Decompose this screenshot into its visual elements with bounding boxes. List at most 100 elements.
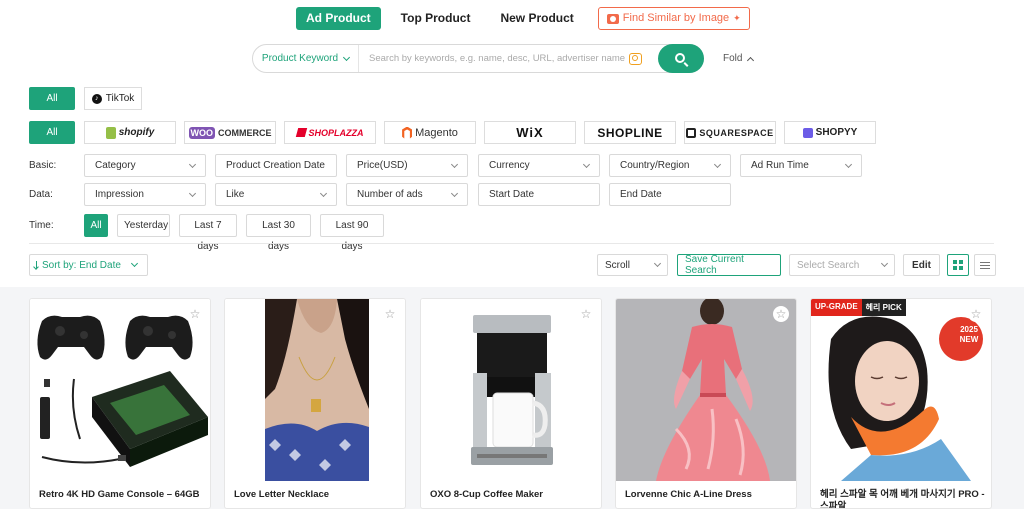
store-shopyy[interactable]: SHOPYY bbox=[784, 121, 876, 144]
platform-all-button[interactable]: All bbox=[29, 87, 75, 110]
store-all-button[interactable]: All bbox=[29, 121, 75, 144]
product-title: OXO 8-Cup Coffee Maker bbox=[430, 489, 543, 500]
product-title: 헤리 스파알 목 어깨 베개 마사지기 PRO - 스파알 bbox=[820, 489, 985, 509]
top-tabs: Ad Product Top Product New Product Find … bbox=[296, 7, 750, 30]
store-shopify[interactable]: shopify bbox=[84, 121, 176, 144]
magento-logo-icon bbox=[402, 126, 413, 139]
store-shopline[interactable]: SHOPLINE bbox=[584, 121, 676, 144]
time-label: Time: bbox=[29, 220, 54, 231]
select-search-dropdown[interactable]: Select Search bbox=[789, 254, 895, 276]
chevron-down-icon bbox=[713, 160, 722, 168]
edit-button[interactable]: Edit bbox=[903, 254, 940, 276]
favorite-star-icon[interactable]: ☆ bbox=[384, 308, 396, 320]
ad-run-time-select-label: Ad Run Time bbox=[751, 160, 809, 171]
product-card[interactable]: ☆ Lorvenne Chic A-Line Dress bbox=[615, 298, 797, 509]
search-icon bbox=[675, 52, 685, 63]
chevron-up-icon bbox=[747, 56, 755, 64]
search-button[interactable] bbox=[658, 44, 704, 73]
chevron-down-icon bbox=[188, 189, 197, 197]
list-view-button[interactable] bbox=[974, 254, 996, 276]
product-card[interactable]: ☆ OXO 8-Cup Coffee Maker bbox=[420, 298, 602, 509]
number-of-ads-select-label: Number of ads bbox=[357, 189, 423, 200]
time-yesterday-button[interactable]: Yesterday bbox=[117, 214, 170, 237]
search-input[interactable] bbox=[359, 53, 629, 64]
list-icon bbox=[980, 261, 990, 269]
fold-toggle[interactable]: Fold bbox=[723, 53, 755, 64]
store-shopify-label: shopify bbox=[118, 127, 155, 138]
store-filters: shopify WOO COMMERCE SHOPLAZZA Magento W… bbox=[84, 121, 876, 144]
chevron-down-icon bbox=[450, 160, 459, 168]
scroll-mode-select[interactable]: Scroll bbox=[597, 254, 668, 276]
product-card[interactable]: UP-GRADE 헤리 PICK 2025 NEW ☆ 헤리 스파알 목 어깨 … bbox=[810, 298, 992, 509]
scroll-mode-label: Scroll bbox=[605, 259, 631, 271]
upgrade-badge: UP-GRADE bbox=[811, 299, 862, 316]
store-squarespace[interactable]: SQUARESPACE bbox=[684, 121, 776, 144]
tab-top-product[interactable]: Top Product bbox=[391, 7, 481, 30]
chevron-down-icon bbox=[582, 160, 591, 168]
grid-view-button[interactable] bbox=[947, 254, 969, 276]
fold-label: Fold bbox=[723, 53, 743, 64]
image-search-icon[interactable] bbox=[629, 52, 642, 65]
store-woocommerce[interactable]: WOO COMMERCE bbox=[184, 121, 276, 144]
impression-select[interactable]: Impression bbox=[84, 183, 206, 206]
store-wix-label: WiX bbox=[516, 125, 544, 140]
store-shoplazza[interactable]: SHOPLAZZA bbox=[284, 121, 376, 144]
sort-arrow-icon bbox=[36, 261, 37, 269]
squarespace-logo-icon bbox=[686, 127, 697, 138]
search-bar: Product Keyword bbox=[252, 44, 704, 73]
tab-new-product[interactable]: New Product bbox=[490, 7, 583, 30]
product-badges: UP-GRADE 헤리 PICK bbox=[811, 299, 906, 316]
favorite-star-icon[interactable]: ☆ bbox=[773, 306, 789, 322]
platform-tiktok-label: TikTok bbox=[105, 93, 135, 104]
country-region-select-label: Country/Region bbox=[620, 160, 690, 171]
keyword-type-label: Product Keyword bbox=[261, 53, 339, 64]
find-similar-by-image-button[interactable]: Find Similar by Image ✦ bbox=[597, 7, 750, 30]
chevron-down-icon bbox=[319, 189, 328, 197]
platform-tiktok[interactable]: ♪ TikTok bbox=[84, 87, 142, 110]
data-label: Data: bbox=[29, 189, 53, 200]
favorite-star-icon[interactable]: ☆ bbox=[580, 308, 592, 320]
sort-select[interactable]: Sort by: End Date bbox=[29, 254, 148, 276]
product-image-coffee-maker bbox=[421, 299, 601, 481]
store-shoplazza-label: SHOPLAZZA bbox=[308, 127, 364, 138]
like-select-label: Like bbox=[226, 189, 245, 200]
product-title: Retro 4K HD Game Console – 64GB bbox=[39, 489, 200, 500]
end-date-label: End Date bbox=[620, 189, 662, 200]
time-all-button[interactable]: All bbox=[84, 214, 108, 237]
country-region-select[interactable]: Country/Region bbox=[609, 154, 731, 177]
end-date-input[interactable]: End Date bbox=[609, 183, 731, 206]
basic-label: Basic: bbox=[29, 160, 57, 171]
store-magento[interactable]: Magento bbox=[384, 121, 476, 144]
number-of-ads-select[interactable]: Number of ads bbox=[346, 183, 468, 206]
new-2025-tag: 2025 NEW bbox=[959, 325, 979, 344]
divider bbox=[29, 243, 994, 244]
product-creation-date-label: Product Creation Date bbox=[226, 160, 325, 171]
product-card[interactable]: ☆ Love Letter Necklace bbox=[224, 298, 406, 509]
currency-select[interactable]: Currency bbox=[478, 154, 600, 177]
ad-run-time-select[interactable]: Ad Run Time bbox=[740, 154, 862, 177]
price-select-label: Price(USD) bbox=[357, 160, 408, 171]
time-last-30-days-button[interactable]: Last 30 days bbox=[246, 214, 311, 252]
keyword-type-select[interactable]: Product Keyword bbox=[253, 45, 359, 72]
favorite-star-icon[interactable]: ☆ bbox=[189, 308, 201, 320]
store-wix[interactable]: WiX bbox=[484, 121, 576, 144]
camera-icon bbox=[606, 13, 619, 24]
tab-ad-product[interactable]: Ad Product bbox=[296, 7, 381, 30]
product-creation-date-input[interactable]: Product Creation Date bbox=[215, 154, 337, 177]
product-image-dress bbox=[616, 299, 796, 481]
price-select[interactable]: Price(USD) bbox=[346, 154, 468, 177]
start-date-input[interactable]: Start Date bbox=[478, 183, 600, 206]
store-shopyy-label: SHOPYY bbox=[815, 127, 858, 138]
time-last-7-days-button[interactable]: Last 7 days bbox=[179, 214, 237, 252]
product-card[interactable]: ☆ Retro 4K HD Game Console – 64GB bbox=[29, 298, 211, 509]
save-current-search-button[interactable]: Save Current Search bbox=[677, 254, 781, 276]
chevron-down-icon bbox=[450, 189, 459, 197]
category-select[interactable]: Category bbox=[84, 154, 206, 177]
select-search-label: Select Search bbox=[797, 259, 860, 271]
store-magento-label: Magento bbox=[415, 126, 458, 139]
favorite-star-icon[interactable]: ☆ bbox=[968, 306, 984, 322]
product-image-game-console bbox=[30, 299, 210, 481]
like-select[interactable]: Like bbox=[215, 183, 337, 206]
currency-select-label: Currency bbox=[489, 160, 530, 171]
time-last-90-days-button[interactable]: Last 90 days bbox=[320, 214, 384, 252]
